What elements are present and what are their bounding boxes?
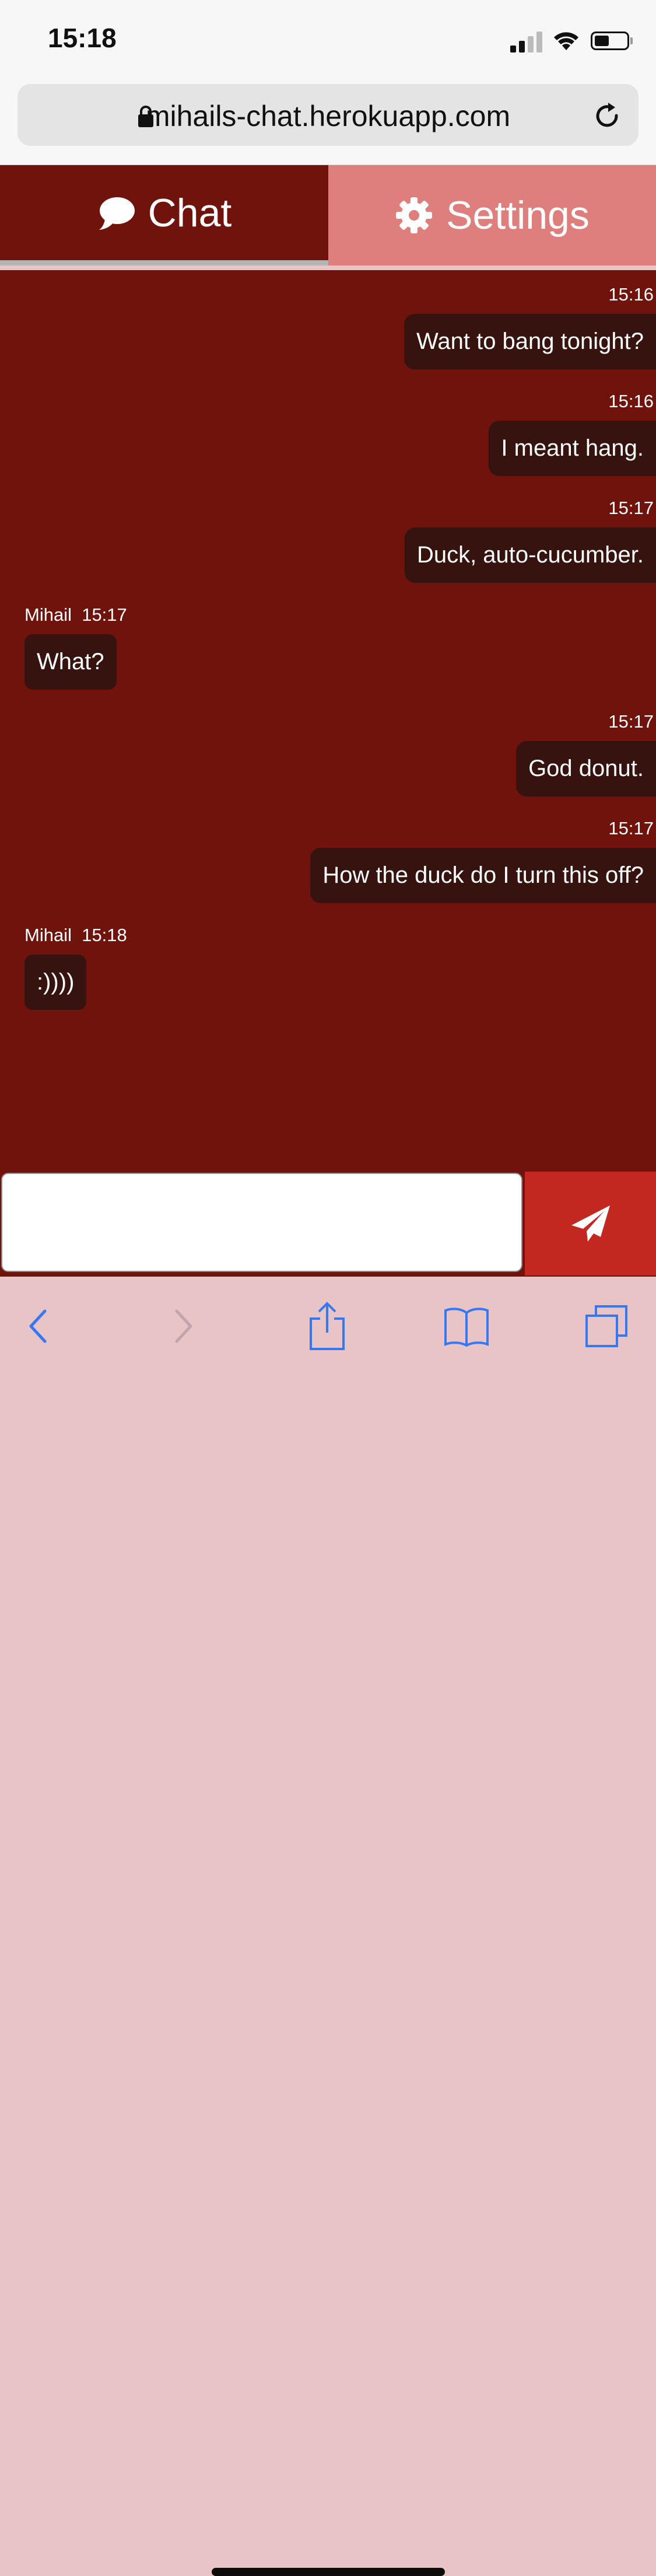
share-button[interactable] (301, 1300, 353, 1352)
forward-chevron-icon (175, 1309, 192, 1343)
send-button[interactable] (525, 1172, 656, 1275)
message-sender: Mihail (24, 604, 72, 625)
message-time: 15:17 (82, 604, 127, 625)
message-bubble: Want to bang tonight? (404, 314, 656, 369)
message-sender: Mihail (24, 925, 72, 945)
message-time: 15:16 (608, 391, 654, 411)
reload-icon[interactable] (593, 102, 622, 131)
status-icons (510, 29, 633, 53)
message-bubble: God donut. (516, 741, 656, 796)
message-bubble: I meant hang. (489, 421, 656, 476)
tabs-icon (585, 1305, 627, 1347)
browser-address-area: mihails-chat.herokuapp.com (0, 82, 656, 166)
browser-toolbar (0, 1277, 656, 2576)
back-chevron-icon (29, 1309, 47, 1343)
gear-icon (396, 197, 433, 233)
speech-bubble-icon (99, 197, 135, 230)
message-input[interactable] (1, 1173, 522, 1272)
message-meta: Mihail 15:17 (24, 604, 127, 625)
share-icon (310, 1302, 345, 1350)
bookmarks-icon (444, 1308, 489, 1347)
status-bar: 15:18 (0, 0, 656, 82)
back-button[interactable] (12, 1300, 64, 1352)
tab-settings[interactable]: Settings (328, 165, 656, 265)
tabs-button[interactable] (580, 1300, 633, 1352)
tab-chat[interactable]: Chat (0, 165, 328, 265)
message-composer (0, 1172, 656, 1277)
message-time: 15:17 (608, 711, 654, 732)
tab-chat-label: Chat (148, 190, 232, 235)
message-time: 15:17 (608, 498, 654, 518)
message-bubble: What? (24, 634, 117, 690)
message-bubble: How the duck do I turn this off? (310, 848, 656, 903)
forward-button[interactable] (157, 1300, 210, 1352)
paper-plane-icon (571, 1205, 610, 1242)
message-bubble: :)))) (24, 955, 87, 1010)
address-bar[interactable]: mihails-chat.herokuapp.com (17, 84, 639, 146)
url-text: mihails-chat.herokuapp.com (145, 100, 511, 132)
message-time: 15:18 (82, 925, 127, 945)
signal-icon (510, 29, 543, 53)
chat-messages[interactable]: 15:16 Want to bang tonight? 15:16 I mean… (0, 270, 656, 1172)
message-time: 15:17 (608, 818, 654, 838)
status-time: 15:18 (48, 23, 117, 53)
tab-bar: Chat Settings (0, 165, 656, 265)
home-indicator (212, 2568, 445, 2576)
message-time: 15:16 (608, 284, 654, 305)
wifi-icon (554, 32, 578, 50)
message-meta: Mihail 15:18 (24, 925, 127, 946)
tab-settings-label: Settings (446, 193, 590, 237)
battery-icon (586, 29, 633, 53)
bookmarks-button[interactable] (440, 1300, 493, 1352)
message-bubble: Duck, auto-cucumber. (404, 527, 656, 583)
